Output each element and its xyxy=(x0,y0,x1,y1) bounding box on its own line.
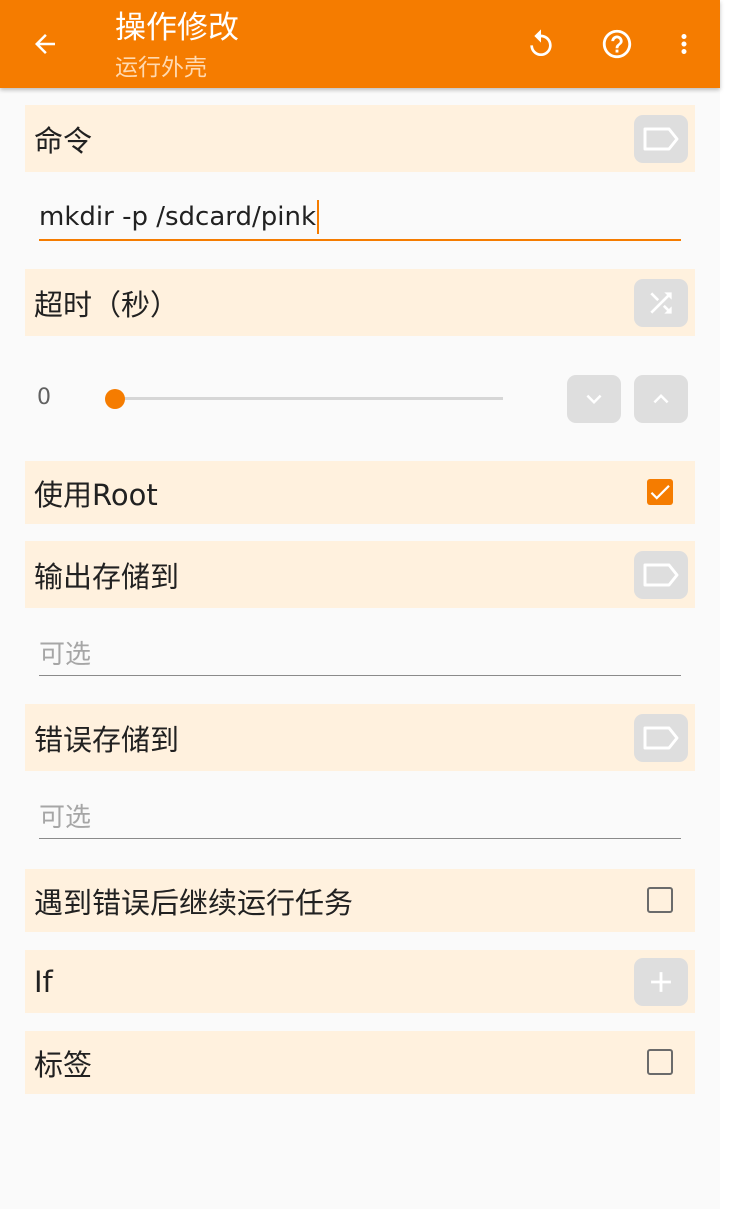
tag-label: 标签 xyxy=(34,1047,93,1082)
timeout-label: 超时（秒） xyxy=(34,287,180,322)
error-store-label: 错误存储到 xyxy=(34,722,180,757)
tag-checkbox[interactable] xyxy=(647,1049,673,1075)
undo-button[interactable] xyxy=(517,20,565,68)
error-store-input[interactable]: 可选 xyxy=(39,793,681,839)
more-vert-icon xyxy=(681,34,687,54)
if-row: If xyxy=(25,950,695,1013)
timeout-increase-button[interactable] xyxy=(634,375,688,423)
label-tag-icon xyxy=(643,563,679,587)
chevron-up-icon xyxy=(653,394,669,404)
error-store-placeholder: 可选 xyxy=(39,803,92,833)
command-row: 命令 xyxy=(25,105,695,172)
command-label: 命令 xyxy=(34,123,93,158)
output-variable-button[interactable] xyxy=(634,551,688,599)
check-icon xyxy=(650,485,670,500)
continue-on-error-label: 遇到错误后继续运行任务 xyxy=(34,885,354,920)
help-button[interactable] xyxy=(593,20,641,68)
timeout-value: 0 xyxy=(37,385,51,410)
use-root-row[interactable]: 使用Root xyxy=(25,461,695,524)
error-store-row: 错误存储到 xyxy=(25,704,695,771)
command-input-value: mkdir -p /sdcard/pink xyxy=(39,202,317,232)
continue-on-error-checkbox[interactable] xyxy=(647,887,673,913)
more-options-button[interactable] xyxy=(660,20,708,68)
error-variable-button[interactable] xyxy=(634,714,688,762)
output-store-label: 输出存储到 xyxy=(34,559,180,594)
output-store-placeholder: 可选 xyxy=(39,640,92,670)
timeout-random-button[interactable] xyxy=(634,279,688,327)
use-root-label: 使用Root xyxy=(34,477,158,512)
page-title: 操作修改 xyxy=(115,10,239,46)
page-subtitle: 运行外壳 xyxy=(115,55,207,81)
timeout-row: 超时（秒） xyxy=(25,269,695,336)
label-tag-icon xyxy=(643,127,679,151)
chevron-down-icon xyxy=(586,394,602,404)
if-label: If xyxy=(34,964,53,999)
continue-on-error-row[interactable]: 遇到错误后继续运行任务 xyxy=(25,869,695,932)
timeout-slider-track[interactable] xyxy=(115,397,503,400)
text-caret xyxy=(317,200,320,234)
command-input[interactable]: mkdir -p /sdcard/pink xyxy=(39,195,681,241)
shuffle-icon xyxy=(650,292,672,314)
timeout-decrease-button[interactable] xyxy=(567,375,621,423)
tag-row[interactable]: 标签 xyxy=(25,1031,695,1094)
back-button[interactable] xyxy=(21,20,69,68)
use-root-checkbox[interactable] xyxy=(647,479,673,505)
timeout-slider-thumb[interactable] xyxy=(105,389,125,409)
undo-icon xyxy=(530,29,552,56)
arrow-back-icon xyxy=(35,34,55,54)
screen-edge xyxy=(720,0,743,1209)
command-variable-button[interactable] xyxy=(634,115,688,163)
add-condition-button[interactable] xyxy=(634,958,688,1006)
output-store-row: 输出存储到 xyxy=(25,541,695,608)
output-store-input[interactable]: 可选 xyxy=(39,630,681,676)
plus-icon xyxy=(651,972,671,992)
label-tag-icon xyxy=(643,726,679,750)
app-bar: 操作修改 运行外壳 xyxy=(0,0,720,88)
help-circle-icon xyxy=(602,29,632,59)
